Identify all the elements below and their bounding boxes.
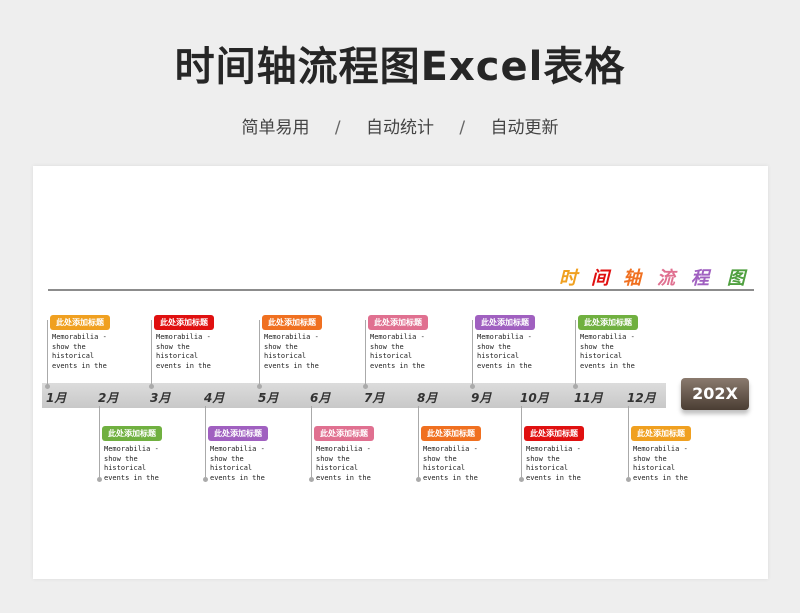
month-label: 10月 — [520, 391, 549, 405]
event-connector — [575, 320, 576, 386]
page-title: 时间轴流程图Excel表格 — [174, 44, 626, 90]
event-description[interactable]: Memorabilia - show the historical events… — [633, 445, 701, 481]
event-marker — [257, 384, 262, 389]
event-title-tag[interactable]: 此处添加标题 — [262, 315, 322, 330]
event-marker — [97, 477, 102, 482]
event-title-tag[interactable]: 此处添加标题 — [578, 315, 638, 330]
event-marker — [363, 384, 368, 389]
event-marker — [470, 384, 475, 389]
month-label: 12月 — [627, 391, 656, 405]
month-label: 1月 — [46, 391, 67, 405]
event-connector — [205, 406, 206, 480]
event-marker — [626, 477, 631, 482]
timeline-title-char: 流 — [657, 268, 675, 289]
event-title-tag[interactable]: 此处添加标题 — [102, 426, 162, 441]
event-title-tag[interactable]: 此处添加标题 — [475, 315, 535, 330]
event-marker — [149, 384, 154, 389]
month-label: 5月 — [258, 391, 279, 405]
event-connector — [628, 406, 629, 480]
event-description[interactable]: Memorabilia - show the historical events… — [580, 333, 648, 369]
subtitle-separator: / — [334, 118, 341, 138]
subtitle-item-stats: 自动统计 — [366, 118, 434, 138]
event-connector — [259, 320, 260, 386]
event-description[interactable]: Memorabilia - show the historical events… — [316, 445, 384, 481]
event-connector — [99, 406, 100, 480]
subtitle-item-update: 自动更新 — [490, 118, 559, 138]
event-marker — [573, 384, 578, 389]
subtitle-separator: / — [459, 118, 466, 138]
event-description[interactable]: Memorabilia - show the historical events… — [477, 333, 545, 369]
event-description[interactable]: Memorabilia - show the historical events… — [526, 445, 594, 481]
event-title-tag[interactable]: 此处添加标题 — [368, 315, 428, 330]
timeline-title-char: 图 — [727, 268, 745, 289]
month-label: 9月 — [471, 391, 492, 405]
timeline-sheet — [33, 166, 768, 579]
timeline-title-char: 时 — [559, 268, 577, 289]
subtitle-item-easy: 简单易用 — [241, 118, 310, 138]
event-title-tag[interactable]: 此处添加标题 — [631, 426, 691, 441]
month-label: 3月 — [150, 391, 171, 405]
event-connector — [521, 406, 522, 480]
event-connector — [47, 320, 48, 386]
event-connector — [365, 320, 366, 386]
event-title-tag[interactable]: 此处添加标题 — [524, 426, 584, 441]
month-label: 7月 — [364, 391, 385, 405]
event-description[interactable]: Memorabilia - show the historical events… — [370, 333, 438, 369]
event-connector — [472, 320, 473, 386]
timeline-title-char: 程 — [691, 268, 709, 289]
event-title-tag[interactable]: 此处添加标题 — [50, 315, 110, 330]
event-description[interactable]: Memorabilia - show the historical events… — [423, 445, 491, 481]
event-marker — [519, 477, 524, 482]
event-title-tag[interactable]: 此处添加标题 — [314, 426, 374, 441]
month-label: 2月 — [98, 391, 119, 405]
timeline-divider — [48, 289, 754, 291]
year-badge: 202X — [681, 378, 749, 410]
event-connector — [151, 320, 152, 386]
event-description[interactable]: Memorabilia - show the historical events… — [104, 445, 172, 481]
month-label: 4月 — [204, 391, 225, 405]
event-title-tag[interactable]: 此处添加标题 — [421, 426, 481, 441]
event-marker — [203, 477, 208, 482]
event-description[interactable]: Memorabilia - show the historical events… — [156, 333, 224, 369]
event-description[interactable]: Memorabilia - show the historical events… — [52, 333, 120, 369]
month-label: 11月 — [574, 391, 603, 405]
event-description[interactable]: Memorabilia - show the historical events… — [210, 445, 278, 481]
month-label: 6月 — [310, 391, 331, 405]
event-title-tag[interactable]: 此处添加标题 — [154, 315, 214, 330]
event-connector — [418, 406, 419, 480]
month-label: 8月 — [417, 391, 438, 405]
timeline-title-char: 间 — [591, 268, 609, 289]
event-title-tag[interactable]: 此处添加标题 — [208, 426, 268, 441]
event-marker — [416, 477, 421, 482]
event-description[interactable]: Memorabilia - show the historical events… — [264, 333, 332, 369]
subtitle: 简单易用 / 自动统计 / 自动更新 — [0, 113, 800, 138]
event-marker — [45, 384, 50, 389]
timeline-title-char: 轴 — [623, 268, 641, 289]
event-connector — [311, 406, 312, 480]
event-marker — [309, 477, 314, 482]
